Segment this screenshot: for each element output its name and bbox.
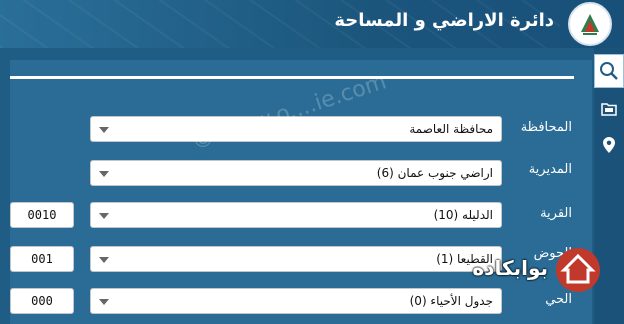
- logo-emblem-icon: [581, 14, 599, 35]
- directorate-value: اراضي جنوب عمان (6): [376, 166, 493, 180]
- app-title: دائرة الاراضي و المساحة: [334, 10, 554, 31]
- chevron-down-icon: [99, 127, 109, 133]
- chevron-down-icon: [99, 213, 109, 219]
- folder-icon: [601, 103, 617, 116]
- chevron-down-icon: [99, 171, 109, 177]
- village-select[interactable]: الدليله (10): [90, 202, 502, 228]
- panel-divider: [10, 76, 574, 79]
- directorate-select[interactable]: اراضي جنوب عمان (6): [90, 160, 502, 186]
- neighborhood-code-field[interactable]: 000: [10, 288, 74, 314]
- sidebar-item-search[interactable]: [594, 54, 624, 88]
- house-icon: [560, 253, 596, 284]
- chevron-down-icon: [99, 257, 109, 263]
- governorate-value: محافظة العاصمة: [409, 122, 493, 136]
- village-code-field[interactable]: 0010: [10, 202, 74, 228]
- search-icon: [600, 62, 618, 80]
- brand-logo: [556, 248, 600, 292]
- village-value: الدليله (10): [433, 208, 493, 222]
- chevron-down-icon: [99, 299, 109, 305]
- location-pin-icon: [603, 137, 615, 153]
- governorate-select[interactable]: محافظة العاصمة: [90, 116, 502, 142]
- village-label: القرية: [540, 206, 572, 221]
- neighborhood-select[interactable]: جدول الأحياء (0): [90, 288, 502, 314]
- department-logo: [568, 2, 612, 46]
- brand-name: بوابكاده: [472, 256, 548, 280]
- governorate-label: المحافظة: [520, 120, 572, 135]
- basin-code-field[interactable]: 001: [10, 246, 74, 272]
- directorate-label: المديرية: [528, 162, 572, 177]
- sidebar-item-folder[interactable]: [594, 92, 624, 126]
- basin-select[interactable]: القطيعا (1): [90, 246, 502, 272]
- brand-watermark: بوابكاده: [472, 248, 600, 302]
- app-header: دائرة الاراضي و المساحة: [0, 0, 624, 48]
- sidebar-item-location[interactable]: [594, 128, 624, 162]
